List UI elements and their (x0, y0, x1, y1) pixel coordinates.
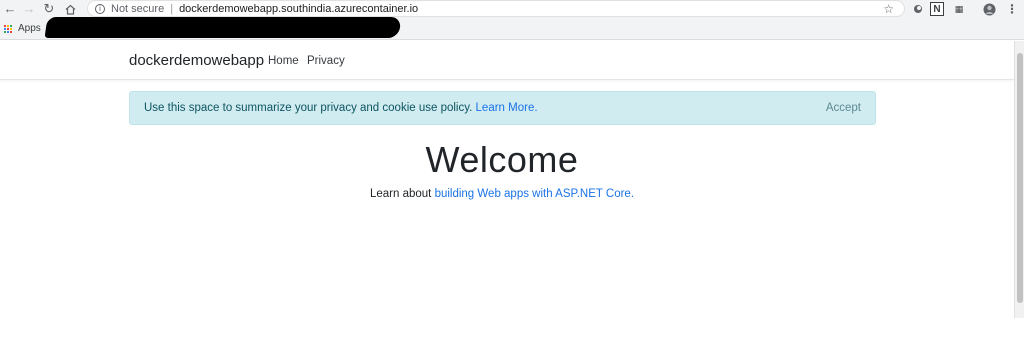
site-navbar: dockerdemowebapp Home Privacy (0, 41, 1014, 80)
web-page: dockerdemowebapp Home Privacy Use this s… (0, 41, 1014, 318)
forward-arrow-icon[interactable]: → (21, 1, 37, 17)
accept-button[interactable]: Accept (826, 102, 861, 114)
profile-avatar-icon[interactable] (982, 2, 996, 16)
cookie-banner-text: Use this space to summarize your privacy… (144, 102, 473, 114)
redacted-bookmarks (44, 17, 402, 38)
cookie-consent-banner: Use this space to summarize your privacy… (129, 91, 876, 125)
extension-n-icon[interactable]: N (930, 2, 944, 16)
learn-about-text: Learn about building Web apps with ASP.N… (0, 188, 1004, 200)
home-icon[interactable] (62, 1, 78, 17)
extension-circle-icon[interactable] (911, 2, 925, 16)
scrollbar-thumb[interactable] (1017, 53, 1023, 303)
back-arrow-icon[interactable]: ← (2, 1, 18, 17)
url-text[interactable]: dockerdemowebapp.southindia.azurecontain… (179, 3, 418, 15)
qr-code-icon[interactable]: ▦ (952, 2, 966, 16)
bookmark-star-icon[interactable]: ☆ (883, 1, 894, 17)
cookie-banner-message: Use this space to summarize your privacy… (144, 102, 538, 114)
site-brand[interactable]: dockerdemowebapp (129, 52, 264, 69)
menu-dots-icon[interactable]: ⋮ (1005, 2, 1019, 16)
page-title: Welcome (425, 139, 579, 180)
info-icon[interactable]: i (95, 3, 105, 14)
apps-grid-icon[interactable] (4, 25, 13, 34)
address-bar[interactable]: i Not secure | dockerdemowebapp.southind… (87, 0, 905, 17)
nav-home[interactable]: Home (268, 55, 299, 67)
apps-bookmark[interactable]: Apps (18, 23, 41, 34)
url-separator: | (170, 2, 174, 15)
window-bottom (0, 318, 1024, 348)
learn-prefix: Learn about (369, 188, 432, 200)
aspnet-core-link[interactable]: building Web apps with ASP.NET Core. (435, 188, 634, 200)
learn-more-link[interactable]: Learn More. (476, 102, 538, 114)
reload-icon[interactable]: ↻ (41, 1, 57, 17)
security-label: Not secure (111, 2, 165, 15)
browser-toolbar: ← → ↻ i Not secure | dockerdemowebapp.so… (0, 0, 1024, 18)
nav-privacy[interactable]: Privacy (307, 55, 345, 67)
page-scrollbar[interactable] (1014, 41, 1024, 318)
